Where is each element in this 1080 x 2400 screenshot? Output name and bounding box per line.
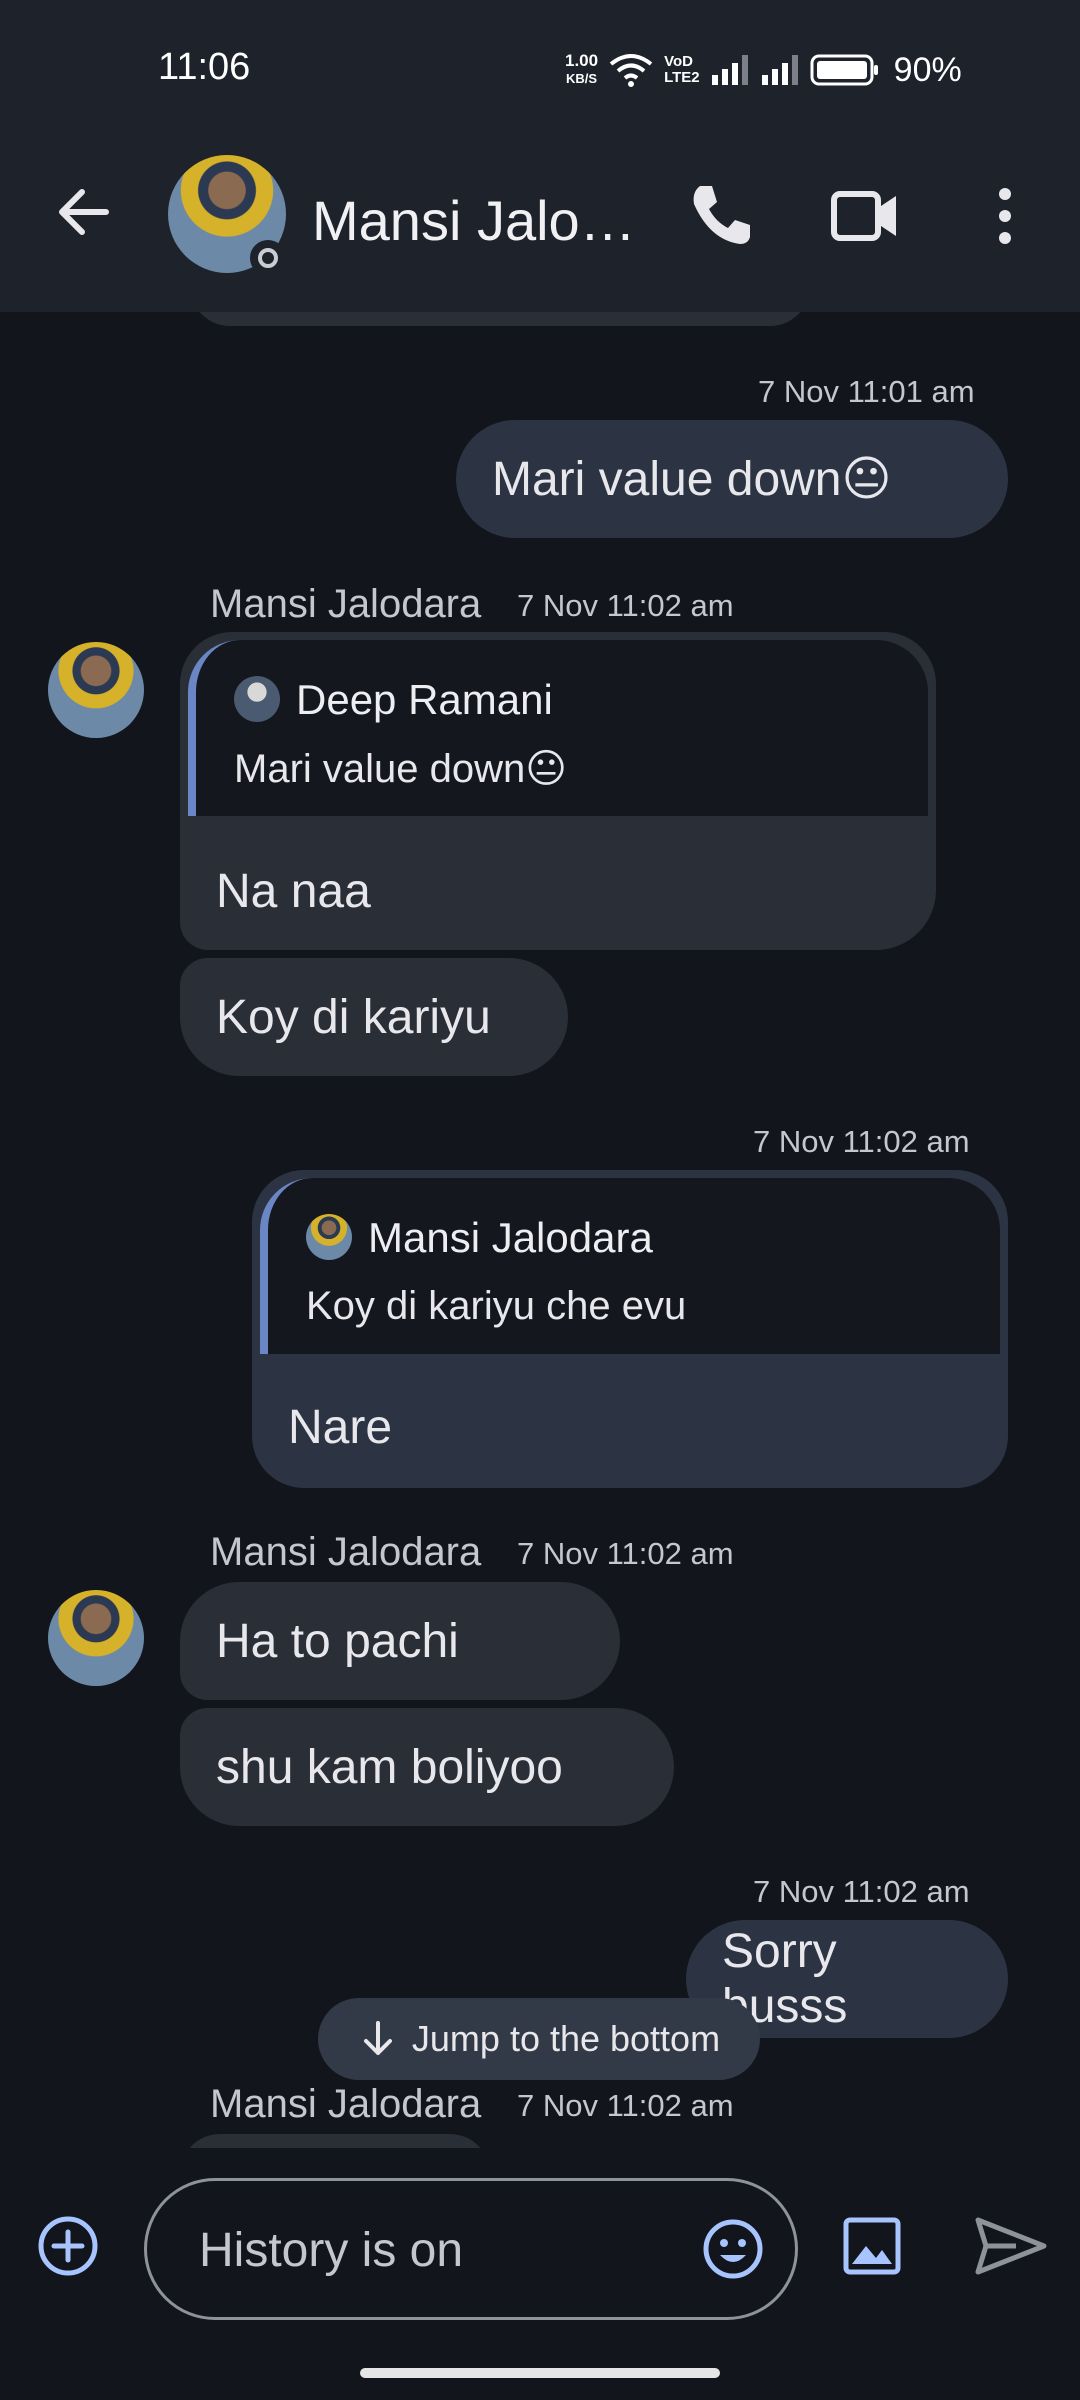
sender-name: Mansi Jalodara: [210, 582, 482, 626]
quote-author-avatar: [306, 1214, 352, 1260]
incoming-message-bubble[interactable]: Ha to pachi: [180, 1582, 620, 1700]
incoming-message-bubble[interactable]: Koy di kariyu: [180, 958, 568, 1076]
back-arrow-icon[interactable]: [52, 180, 116, 244]
quoted-message[interactable]: Mansi Jalodara Koy di kariyu che evu: [260, 1178, 1000, 1354]
sender-name: Mansi Jalodara: [210, 1530, 482, 1574]
quote-author: Mansi Jalodara: [368, 1214, 653, 1261]
arrow-down-icon: [363, 2021, 392, 2055]
home-indicator[interactable]: [360, 2368, 720, 2378]
quote-author: Deep Ramani: [296, 676, 553, 723]
message-timestamp: 7 Nov 11:02 am: [517, 2088, 734, 2123]
incoming-message-bubble[interactable]: shu kam boliyoo: [180, 1708, 674, 1826]
sender-avatar[interactable]: [48, 642, 144, 738]
jump-button-label: Jump to the bottom: [411, 2018, 721, 2059]
quoted-message[interactable]: Deep Ramani Mari value down😐: [188, 640, 928, 816]
add-attachment-icon[interactable]: [36, 2214, 100, 2278]
contact-name[interactable]: Mansi Jalo…: [312, 188, 632, 253]
signal-icon-sim2: [761, 55, 798, 85]
status-time: 11:06: [158, 46, 251, 88]
message-timestamp: 7 Nov 11:02 am: [753, 1124, 970, 1159]
message-timestamp: 7 Nov 11:01 am: [758, 374, 975, 409]
message-timestamp: 7 Nov 11:02 am: [517, 588, 734, 623]
more-options-icon[interactable]: [990, 184, 1020, 248]
reply-message-bubble[interactable]: Mansi Jalodara Koy di kariyu che evu Nar…: [252, 1170, 1008, 1488]
video-call-icon[interactable]: [830, 184, 900, 248]
message-field[interactable]: [144, 2178, 798, 2320]
signal-icon-sim1: [711, 55, 748, 85]
message-timestamp: 7 Nov 11:02 am: [517, 1536, 734, 1571]
presence-status-icon: [250, 240, 286, 276]
message-input[interactable]: [197, 2217, 651, 2283]
message-text: Na naa: [216, 865, 371, 918]
emoji-icon[interactable]: [701, 2217, 765, 2281]
quote-text: Koy di kariyu che evu: [306, 1284, 687, 1328]
message-text: Nare: [288, 1401, 393, 1454]
battery-icon: [810, 54, 878, 86]
sender-avatar[interactable]: [48, 1590, 144, 1686]
gallery-icon[interactable]: [840, 2214, 904, 2278]
send-icon[interactable]: [972, 2214, 1050, 2278]
battery-percent: 90%: [893, 50, 962, 89]
network-speed: 1.00 KB/S: [565, 51, 599, 87]
sender-name: Mansi Jalodara: [210, 2082, 482, 2126]
message-timestamp: 7 Nov 11:02 am: [753, 1874, 970, 1909]
status-icons: 1.00 KB/S VoD LTE2 90%: [565, 48, 962, 92]
jump-to-bottom-button[interactable]: Jump to the bottom: [318, 1998, 760, 2080]
quote-text: Mari value down😐: [234, 747, 567, 791]
volte-icon: VoD LTE2: [664, 53, 700, 86]
reply-message-bubble[interactable]: Deep Ramani Mari value down😐 Na naa: [180, 632, 936, 950]
outgoing-message-bubble[interactable]: Mari value down😐: [456, 420, 1008, 538]
phone-call-icon[interactable]: [686, 180, 756, 250]
wifi-icon: [609, 54, 653, 87]
quote-author-avatar: [234, 676, 280, 722]
